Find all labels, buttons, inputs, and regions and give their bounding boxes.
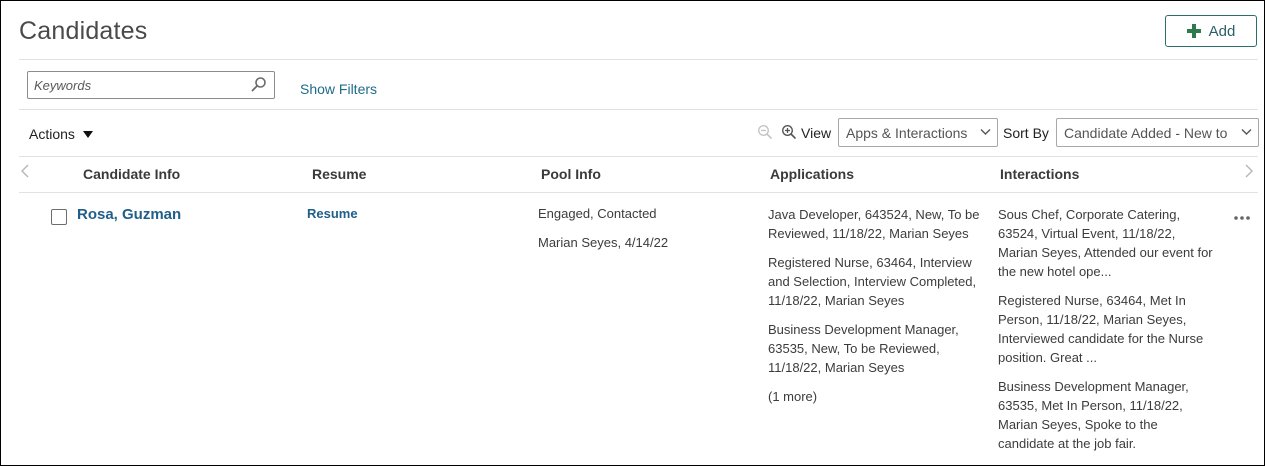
resume-link[interactable]: Resume bbox=[307, 206, 358, 221]
divider bbox=[19, 59, 1258, 60]
chevron-right-icon[interactable] bbox=[1244, 164, 1254, 178]
interaction-entry: Business Development Manager, 63535, Met… bbox=[998, 379, 1189, 451]
search-icon[interactable] bbox=[250, 76, 268, 94]
chevron-down-icon bbox=[980, 129, 991, 135]
interaction-entry: Registered Nurse, 63464, Met In Person, … bbox=[998, 293, 1204, 365]
zoom-out-icon[interactable] bbox=[757, 124, 773, 140]
add-button-label: Add bbox=[1208, 22, 1236, 40]
interactions-cell: Sous Chef, Corporate Catering, 63524, Vi… bbox=[998, 205, 1214, 463]
search-input[interactable] bbox=[28, 72, 238, 98]
caret-down-icon bbox=[82, 130, 93, 138]
sortby-label: Sort By bbox=[1003, 125, 1049, 141]
sort-select[interactable]: Candidate Added - New to bbox=[1056, 118, 1259, 147]
pool-owner-date: Marian Seyes, 4/14/22 bbox=[538, 235, 669, 250]
column-header-interactions[interactable]: Interactions bbox=[1000, 166, 1079, 182]
application-entry: Business Development Manager, 63535, New… bbox=[768, 322, 959, 375]
divider bbox=[19, 156, 1258, 157]
column-header-candidate-info[interactable]: Candidate Info bbox=[83, 166, 180, 182]
candidates-page: Candidates Add Show Filters Actions View… bbox=[0, 0, 1265, 466]
divider bbox=[19, 192, 1258, 193]
more-applications-link[interactable]: (1 more) bbox=[768, 387, 992, 406]
candidate-name-link[interactable]: Rosa, Guzman bbox=[77, 206, 181, 223]
application-entry: Registered Nurse, 63464, Interview and S… bbox=[768, 255, 977, 308]
zoom-in-icon[interactable] bbox=[781, 124, 797, 140]
chevron-down-icon bbox=[1241, 129, 1252, 135]
page-title: Candidates bbox=[19, 17, 148, 45]
divider bbox=[19, 109, 1258, 110]
view-label: View bbox=[801, 125, 832, 141]
show-filters-link[interactable]: Show Filters bbox=[300, 81, 377, 97]
chevron-left-icon[interactable] bbox=[20, 164, 30, 178]
column-header-applications[interactable]: Applications bbox=[770, 166, 854, 182]
actions-menu[interactable]: Actions bbox=[29, 126, 93, 142]
applications-cell: Java Developer, 643524, New, To be Revie… bbox=[768, 205, 992, 416]
plus-icon bbox=[1186, 24, 1201, 38]
actions-label: Actions bbox=[29, 126, 75, 142]
sort-select-value: Candidate Added - New to bbox=[1064, 124, 1228, 141]
row-checkbox[interactable] bbox=[51, 209, 67, 225]
column-header-resume[interactable]: Resume bbox=[312, 166, 366, 182]
application-entry: Java Developer, 643524, New, To be Revie… bbox=[768, 207, 980, 241]
search-box bbox=[27, 71, 275, 99]
more-options-icon[interactable] bbox=[1233, 215, 1251, 221]
view-select-value: Apps & Interactions bbox=[846, 124, 968, 141]
add-button[interactable]: Add bbox=[1165, 15, 1257, 47]
column-header-pool-info[interactable]: Pool Info bbox=[541, 166, 601, 182]
view-select[interactable]: Apps & Interactions bbox=[838, 118, 998, 147]
pool-status: Engaged, Contacted bbox=[538, 206, 657, 221]
interaction-entry: Sous Chef, Corporate Catering, 63524, Vi… bbox=[998, 207, 1213, 279]
